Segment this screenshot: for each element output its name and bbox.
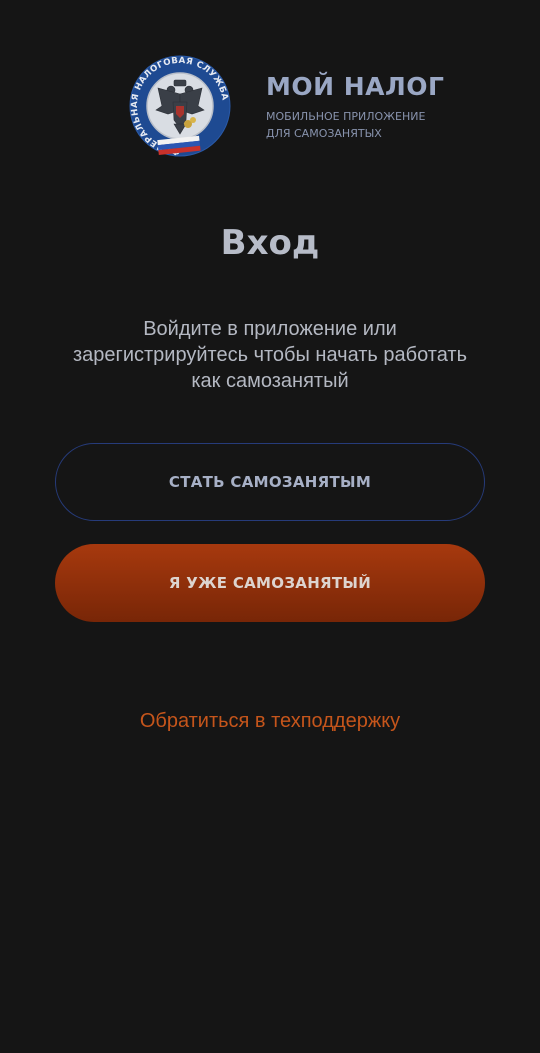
app-header: ФЕДЕРАЛЬНАЯ НАЛОГОВАЯ СЛУЖБА — [128, 54, 444, 162]
login-description: Войдите в приложение или зарегистрируйте… — [40, 316, 500, 394]
become-self-employed-button[interactable]: СТАТЬ САМОЗАНЯТЫМ — [55, 443, 485, 521]
description-line-3: как самозанятый — [191, 370, 349, 392]
description-line-1: Войдите в приложение или — [143, 318, 397, 340]
brand-block: МОЙ НАЛОГ МОБИЛЬНОЕ ПРИЛОЖЕНИЕ ДЛЯ САМОЗ… — [266, 72, 445, 142]
support-link[interactable]: Обратиться в техподдержку — [0, 706, 540, 736]
description-line-2: зарегистрируйтесь чтобы начать работать — [73, 344, 467, 366]
app-subtitle-line-2: ДЛЯ САМОЗАНЯТЫХ — [266, 127, 382, 140]
app-subtitle: МОБИЛЬНОЕ ПРИЛОЖЕНИЕ ДЛЯ САМОЗАНЯТЫХ — [266, 108, 436, 142]
app-name: МОЙ НАЛОГ — [266, 72, 445, 101]
become-self-employed-label: СТАТЬ САМОЗАНЯТЫМ — [168, 473, 372, 491]
app-subtitle-line-1: МОБИЛЬНОЕ ПРИЛОЖЕНИЕ — [266, 110, 426, 123]
page-title: Вход — [220, 223, 320, 263]
already-self-employed-label: Я УЖЕ САМОЗАНЯТЫЙ — [168, 574, 372, 592]
already-self-employed-button[interactable]: Я УЖЕ САМОЗАНЯТЫЙ — [55, 544, 485, 622]
fns-emblem-icon: ФЕДЕРАЛЬНАЯ НАЛОГОВАЯ СЛУЖБА — [129, 55, 231, 157]
